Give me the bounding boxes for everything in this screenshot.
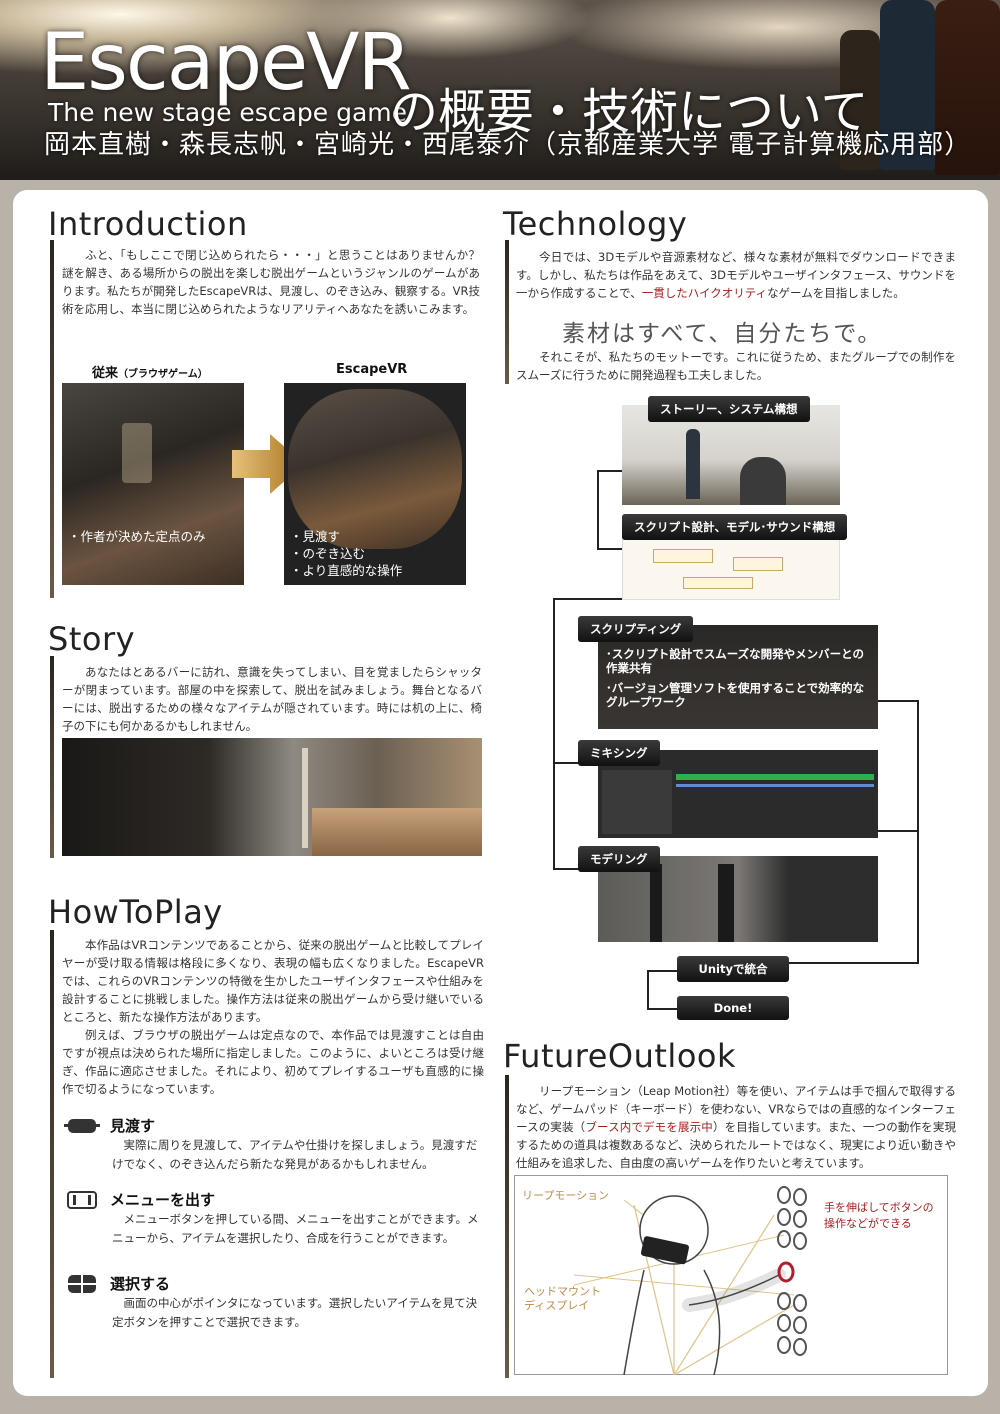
poster-subtitle: The new stage escape game bbox=[48, 98, 407, 127]
flow-connector bbox=[647, 970, 649, 1010]
browser-game-screenshot bbox=[62, 383, 244, 585]
howtoplay-text-1: 本作品はVRコンテンツであることから、従来の脱出ゲームと比較してプレイヤーが受け… bbox=[62, 938, 484, 1024]
section-bar bbox=[505, 1075, 509, 1378]
howto-text-menu: メニューボタンを押している間、メニューを出すことができます。メニューから、アイテ… bbox=[112, 1212, 479, 1245]
section-bar bbox=[50, 656, 54, 858]
flow-connector bbox=[647, 1008, 677, 1010]
caption-browser: 従来（ブラウザゲーム） bbox=[92, 366, 208, 381]
step-unity-integration: Unityで統合 bbox=[677, 956, 789, 982]
step-story-system: ストーリー、システム構想 bbox=[648, 396, 810, 422]
crosshair-icon bbox=[68, 1274, 96, 1293]
howtoplay-text-2: 例えば、ブラウザの脱出ゲームは定点なので、本作品では見渡すことは自由ですが視点は… bbox=[62, 1028, 484, 1096]
label-leap-motion: リープモーション bbox=[522, 1189, 609, 1202]
step-modeling: モデリング bbox=[578, 846, 660, 872]
caption-escapevr: EscapeVR bbox=[336, 362, 408, 377]
flow-connector bbox=[878, 830, 918, 832]
section-bar bbox=[50, 930, 54, 1378]
menu-icon bbox=[67, 1190, 97, 1209]
header-banner: EscapeVR The new stage escape game の概要・技… bbox=[0, 0, 1000, 180]
step-mixing: ミキシング bbox=[578, 740, 660, 766]
authors: 岡本直樹・森長志帆・宮崎光・西尾泰介（京都産業大学 電子計算機応用部） bbox=[44, 130, 972, 160]
howto-text-look: 実際に周りを見渡して、アイテムや仕掛けを探しましょう。見渡すだけでなく、のぞき込… bbox=[112, 1138, 478, 1171]
howto-label-menu: メニューを出す bbox=[110, 1191, 216, 1209]
hmd-icon bbox=[64, 1118, 100, 1133]
poster-title: EscapeVR bbox=[40, 18, 412, 108]
section-title-technology: Technology bbox=[503, 205, 688, 243]
section-title-howtoplay: HowToPlay bbox=[48, 893, 223, 931]
section-bar bbox=[505, 240, 509, 384]
section-title-introduction: Introduction bbox=[48, 205, 248, 243]
howto-item-look: 見渡す bbox=[64, 1115, 155, 1136]
introduction-text: ふと、「もしここで閉じ込められたら・・・」と思うことはありませんか？謎を解き、あ… bbox=[62, 248, 480, 316]
flow-connector bbox=[597, 548, 623, 550]
section-title-story: Story bbox=[48, 620, 136, 658]
howto-label-select: 選択する bbox=[110, 1275, 171, 1293]
future-text: リープモーション（Leap Motion社）等を使い、アイテムは手で掴んで取得す… bbox=[516, 1084, 956, 1170]
escapevr-bullets: ・見渡す ・のぞき込む ・より直感的な操作 bbox=[290, 529, 403, 578]
howto-label-look: 見渡す bbox=[110, 1117, 156, 1135]
technology-motto: 素材はすべて、自分たちで。 bbox=[562, 321, 883, 347]
flow-connector bbox=[553, 598, 623, 600]
flow-connector bbox=[553, 598, 555, 868]
howto-item-menu: メニューを出す bbox=[64, 1189, 215, 1210]
flow-connector bbox=[789, 962, 919, 964]
step-script-design: スクリプト設計、モデル･サウンド構想 bbox=[622, 514, 848, 540]
technology-text-2: それこそが、私たちのモットーです。これに従うため、またグループでの制作をスムーズ… bbox=[516, 350, 956, 382]
section-bar bbox=[50, 240, 54, 598]
flow-connector bbox=[647, 970, 677, 972]
step-scripting: スクリプティング bbox=[578, 616, 694, 642]
browser-bullets: ・作者が決めた定点のみ bbox=[68, 529, 206, 544]
flow-connector bbox=[878, 700, 918, 702]
section-title-futureoutlook: FutureOutlook bbox=[503, 1037, 736, 1075]
howto-item-select: 選択する bbox=[64, 1273, 170, 1294]
step-done: Done! bbox=[677, 996, 789, 1020]
leap-motion-illustration: リープモーション ヘッドマウントディスプレイ 手を伸ばしてボタンの操作などができ… bbox=[514, 1175, 948, 1375]
bar-scene-image bbox=[62, 738, 482, 856]
scripting-bullets: ･スクリプト設計でスムーズな開発やメンバーとの作業共有 ･バージョン管理ソフトを… bbox=[606, 647, 865, 709]
story-text: あなたはとあるバーに訪れ、意識を失ってしまい、目を覚ましたらシャッターが閉まって… bbox=[62, 665, 482, 733]
howto-text-select: 画面の中心がポインタになっています。選択したいアイテムを見て決定ボタンを押すこと… bbox=[112, 1296, 478, 1329]
flow-connector bbox=[597, 470, 599, 550]
technology-text-1: 今日では、3Dモデルや音源素材など、様々な素材が無料でダウンロードできます。しか… bbox=[516, 250, 956, 300]
flow-connector bbox=[597, 470, 623, 472]
